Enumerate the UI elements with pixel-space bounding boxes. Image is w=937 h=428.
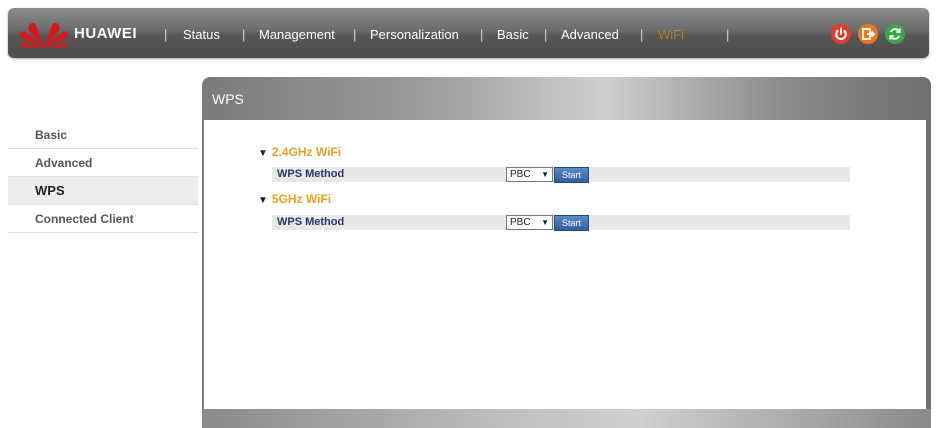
- sidebar-item-basic[interactable]: Basic: [8, 121, 198, 149]
- logout-icon: [858, 24, 878, 44]
- panel-title: WPS: [212, 91, 244, 107]
- chevron-down-icon: ▼: [541, 170, 549, 179]
- chevron-down-icon: ▼: [541, 218, 549, 227]
- section-header[interactable]: ▼ 5GHz WiFi: [258, 190, 331, 208]
- select-value: PBC: [510, 169, 531, 180]
- start-button-5ghz[interactable]: Start: [554, 215, 589, 231]
- section-title-5ghz: 5GHz WiFi: [271, 192, 332, 206]
- select-value: PBC: [510, 217, 531, 228]
- section-5ghz: ▼ 5GHz WiFi: [258, 190, 331, 208]
- collapse-triangle-icon[interactable]: ▼: [258, 195, 268, 206]
- power-icon: [831, 24, 851, 44]
- sidebar-item-advanced[interactable]: Advanced: [8, 149, 198, 177]
- section-title-24ghz: 2.4GHz WiFi: [271, 145, 342, 159]
- section-24ghz: ▼ 2.4GHz WiFi: [258, 143, 341, 161]
- nav-separator: |: [242, 27, 246, 42]
- nav-wifi[interactable]: WiFi: [658, 27, 684, 42]
- nav-advanced[interactable]: Advanced: [561, 27, 619, 42]
- sidebar-item-connected-client[interactable]: Connected Client: [8, 205, 198, 233]
- huawei-logo-icon: [20, 22, 68, 48]
- start-button-24ghz[interactable]: Start: [554, 167, 589, 183]
- nav-separator: |: [544, 27, 548, 42]
- nav-status[interactable]: Status: [183, 27, 220, 42]
- nav-personalization[interactable]: Personalization: [370, 27, 459, 42]
- wps-panel: WPS ▼ 2.4GHz WiFi WPS Method PBC ▼ Start …: [202, 77, 931, 428]
- sidebar-item-wps[interactable]: WPS: [8, 177, 198, 205]
- top-nav-bar: HUAWEI | Status | Management | Personali…: [8, 8, 929, 58]
- wps-method-label: WPS Method: [277, 168, 345, 180]
- logout-button[interactable]: [858, 24, 878, 44]
- brand-name: HUAWEI: [74, 25, 137, 42]
- wps-method-row-5ghz: WPS Method PBC ▼ Start: [272, 215, 850, 231]
- panel-header: WPS: [202, 77, 931, 120]
- power-button[interactable]: [831, 24, 851, 44]
- nav-separator: |: [164, 27, 168, 42]
- nav-separator: |: [726, 27, 730, 42]
- wps-method-select-5ghz[interactable]: PBC ▼: [506, 215, 553, 230]
- nav-separator: |: [480, 27, 484, 42]
- nav-separator: |: [353, 27, 357, 42]
- collapse-triangle-icon[interactable]: ▼: [258, 148, 268, 159]
- refresh-button[interactable]: [885, 24, 905, 44]
- section-header[interactable]: ▼ 2.4GHz WiFi: [258, 143, 341, 161]
- nav-separator: |: [640, 27, 644, 42]
- wps-method-label: WPS Method: [277, 216, 345, 228]
- wps-method-row-24ghz: WPS Method PBC ▼ Start: [272, 167, 850, 183]
- sidebar: Basic Advanced WPS Connected Client: [8, 121, 198, 233]
- nav-basic[interactable]: Basic: [497, 27, 529, 42]
- panel-footer: [202, 409, 931, 428]
- wps-method-select-24ghz[interactable]: PBC ▼: [506, 167, 553, 182]
- refresh-icon: [885, 24, 905, 44]
- nav-management[interactable]: Management: [259, 27, 335, 42]
- panel-body: ▼ 2.4GHz WiFi WPS Method PBC ▼ Start ▼ 5GH…: [204, 120, 926, 409]
